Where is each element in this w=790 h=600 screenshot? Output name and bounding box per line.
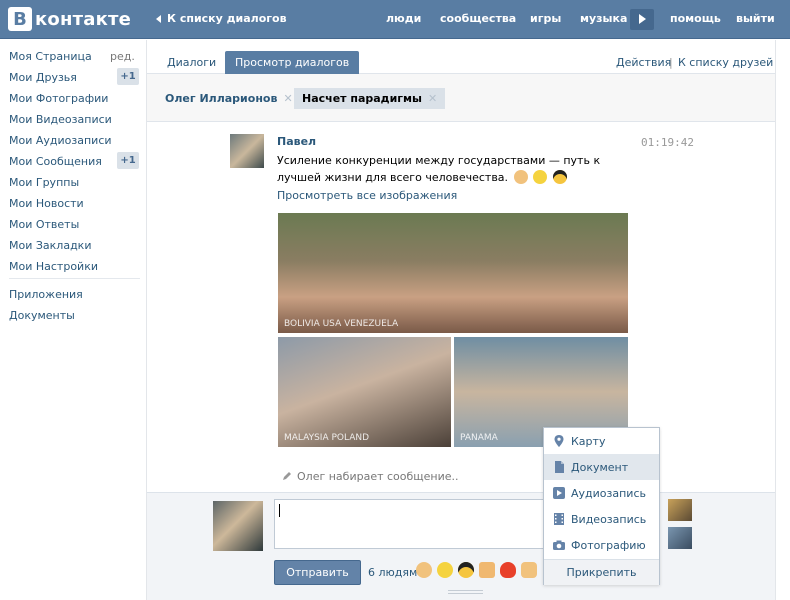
pencil-icon (283, 472, 291, 480)
chip-oleg-label: Олег Илларионов (165, 92, 278, 105)
chip-paradigm[interactable]: Насчет парадигмы ✕ (294, 88, 446, 109)
attach-menu-item-photo[interactable]: Фотографию (544, 532, 659, 558)
sidebar-item-answers[interactable]: Мои Ответы (9, 218, 79, 231)
likes-count[interactable]: 6 людям (368, 566, 417, 579)
heart-icon[interactable] (500, 562, 516, 578)
nav-logout[interactable]: выйти (736, 12, 775, 25)
sunglasses-face-icon (552, 170, 567, 184)
actions-link[interactable]: Действия (616, 56, 671, 69)
sidebar-item-audio[interactable]: Мои Аудиозаписи (9, 134, 112, 147)
nav-communities[interactable]: сообщества (440, 12, 516, 25)
attach-menu: Карту Документ Аудиозапись Видеозапись Ф… (543, 427, 660, 585)
attach-menu-item-label: Аудиозапись (571, 486, 646, 500)
sidebar-item-apps[interactable]: Приложения (9, 288, 83, 301)
vk-logo[interactable]: В контакте (8, 7, 131, 31)
friends-count-badge[interactable]: +1 (117, 68, 139, 85)
attach-menu-item-label: Видеозапись (571, 512, 647, 526)
attach-menu-item-label: Фотографию (571, 538, 646, 552)
sidebar-edit-link[interactable]: ред. (110, 50, 135, 63)
avatar[interactable] (668, 499, 692, 521)
messages-count-badge[interactable]: +1 (117, 152, 139, 169)
nav-help[interactable]: помощь (670, 12, 721, 25)
attach-menu-item-label: Карту (571, 434, 606, 448)
ok-hand-icon (513, 170, 528, 184)
camera-icon (553, 540, 565, 550)
sidebar-item-videos[interactable]: Мои Видеозаписи (9, 113, 112, 126)
sidebar-item-friends[interactable]: Мои Друзья (9, 71, 77, 84)
play-icon[interactable] (630, 9, 654, 30)
praying-hands-icon[interactable] (521, 562, 537, 578)
relieved-face-icon (533, 170, 548, 184)
message-author[interactable]: Павел (277, 135, 316, 148)
avatar[interactable] (668, 527, 692, 549)
attach-menu-item-label: Документ (571, 460, 629, 474)
document-icon (555, 461, 564, 473)
tab-dialogs[interactable]: Диалоги (157, 51, 226, 74)
message-input[interactable] (274, 499, 552, 549)
typing-text: Олег набирает сообщение.. (297, 470, 459, 483)
text-caret (279, 504, 280, 517)
message-text: Усиление конкуренции между государствами… (277, 152, 637, 186)
nav-music[interactable]: музыка (580, 12, 627, 25)
sidebar-item-bookmarks[interactable]: Мои Закладки (9, 239, 91, 252)
video-icon (554, 513, 564, 525)
nav-games[interactable]: игры (530, 12, 561, 25)
message-body: Усиление конкуренции между государствами… (277, 154, 601, 184)
sidebar-divider (9, 278, 140, 279)
photo-main-caption: BOLIVIA USA VENEZUELA (284, 319, 399, 329)
logo-text: контакте (35, 8, 132, 30)
typing-indicator: Олег набирает сообщение.. (282, 470, 459, 483)
chip-paradigm-label: Насчет парадигмы (302, 92, 422, 105)
nav-people[interactable]: люди (386, 12, 421, 25)
arrow-left-icon (156, 14, 161, 23)
message-time: 01:19:42 (641, 136, 694, 149)
photo-main[interactable]: BOLIVIA USA VENEZUELA (278, 213, 628, 333)
top-bar: В контакте К списку диалогов люди сообще… (0, 0, 790, 39)
tab-view-dialogs[interactable]: Просмотр диалогов (225, 51, 360, 74)
sidebar-item-news[interactable]: Мои Новости (9, 197, 84, 210)
attach-menu-item-document[interactable]: Документ (544, 454, 659, 480)
avatar[interactable] (230, 134, 264, 168)
dialog-chips-row: Олег Илларионов ✕ Насчет парадигмы ✕ (147, 74, 775, 122)
sidebar-item-messages[interactable]: Мои Сообщения (9, 155, 102, 168)
back-to-dialogs-link[interactable]: К списку диалогов (156, 12, 287, 25)
thumbs-up-icon[interactable] (479, 562, 495, 578)
ok-hand-icon[interactable] (416, 562, 432, 578)
to-friends-link[interactable]: К списку друзей (678, 56, 773, 69)
resize-handle[interactable] (448, 590, 483, 594)
photo-left-caption: MALAYSIA POLAND (284, 433, 370, 443)
sidebar-item-documents[interactable]: Документы (9, 309, 75, 322)
attach-menu-footer[interactable]: Прикрепить (544, 559, 659, 585)
photo-left[interactable]: MALAYSIA POLAND (278, 337, 451, 447)
close-icon[interactable]: ✕ (283, 92, 292, 105)
avatar[interactable] (213, 501, 263, 551)
logo-letter: В (8, 7, 32, 31)
sidebar-item-settings[interactable]: Мои Настройки (9, 260, 98, 273)
attach-menu-item-video[interactable]: Видеозапись (544, 506, 659, 532)
sidebar-item-photos[interactable]: Мои Фотографии (9, 92, 108, 105)
chip-oleg[interactable]: Олег Илларионов ✕ (157, 88, 301, 109)
attach-menu-item-map[interactable]: Карту (544, 428, 659, 454)
photo-right-caption: PANAMA (460, 433, 498, 443)
close-icon[interactable]: ✕ (428, 92, 437, 105)
emoji-bar (416, 562, 537, 578)
back-link-label: К списку диалогов (167, 12, 287, 25)
map-pin-icon (554, 435, 564, 447)
view-all-images-link[interactable]: Просмотреть все изображения (277, 189, 457, 202)
relieved-face-icon[interactable] (437, 562, 453, 578)
sidebar-item-groups[interactable]: Мои Группы (9, 176, 79, 189)
links-separator: | (669, 56, 673, 69)
attach-menu-item-audio[interactable]: Аудиозапись (544, 480, 659, 506)
audio-icon (553, 487, 565, 499)
send-button[interactable]: Отправить (274, 560, 361, 585)
sunglasses-face-icon[interactable] (458, 562, 474, 578)
sidebar-item-my-page[interactable]: Моя Страница (9, 50, 92, 63)
